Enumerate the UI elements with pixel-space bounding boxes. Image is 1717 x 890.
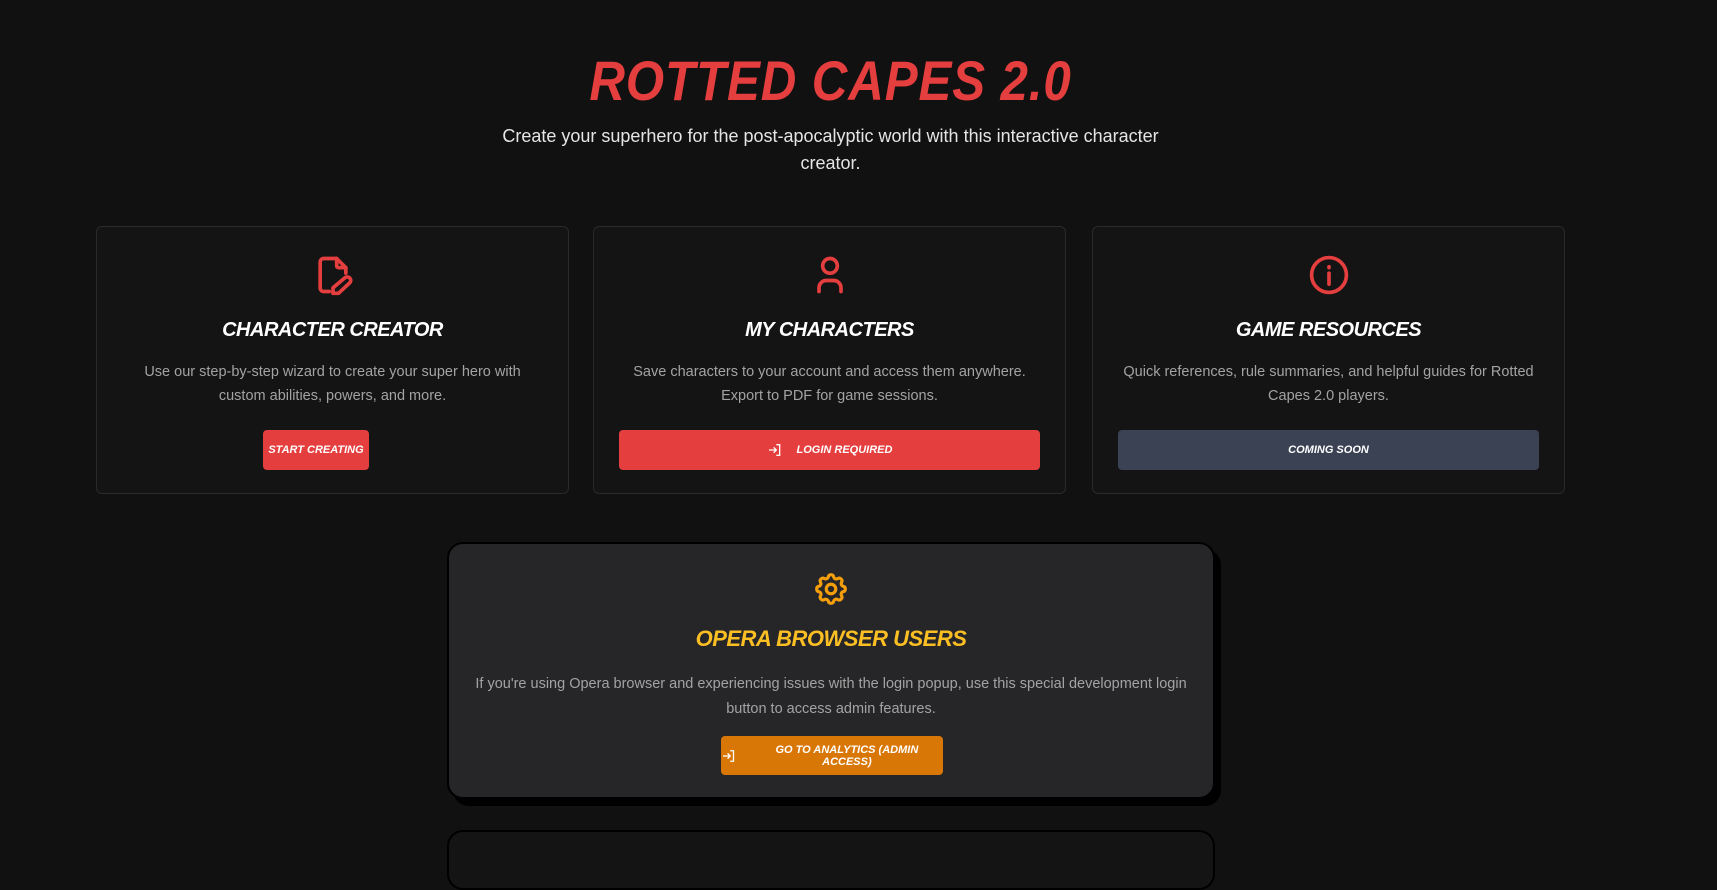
opera-users-card: OPERA BROWSER USERS If you're using Oper… bbox=[447, 542, 1215, 799]
login-icon bbox=[768, 444, 780, 456]
page-title: ROTTED CAPES 2.0 bbox=[589, 49, 1072, 112]
button-label: GO TO ANALYTICS (ADMIN ACCESS) bbox=[775, 743, 919, 768]
file-edit-icon bbox=[317, 256, 353, 296]
go-to-analytics-button[interactable]: GO TO ANALYTICS (ADMIN ACCESS) bbox=[721, 736, 943, 775]
start-creating-button[interactable]: START CREATING bbox=[263, 430, 369, 470]
button-label: START CREATING bbox=[268, 444, 364, 456]
card-title: CHARACTER CREATOR bbox=[222, 319, 443, 341]
page-subtitle: Create your superhero for the post-apoca… bbox=[502, 126, 1159, 173]
button-label: COMING SOON bbox=[1288, 444, 1369, 456]
card-description: Quick references, rule summaries, and he… bbox=[1123, 364, 1534, 404]
next-card bbox=[447, 830, 1215, 890]
card-game-resources: GAME RESOURCES Quick references, rule su… bbox=[1092, 226, 1565, 494]
login-required-button[interactable]: LOGIN REQUIRED bbox=[619, 430, 1040, 470]
card-my-characters: MY CHARACTERS Save characters to your ac… bbox=[593, 226, 1066, 494]
user-icon bbox=[816, 256, 843, 294]
opera-title: OPERA BROWSER USERS bbox=[695, 626, 967, 651]
card-character-creator: CHARACTER CREATOR Use our step-by-step w… bbox=[96, 226, 569, 494]
card-title: MY CHARACTERS bbox=[745, 319, 914, 341]
gear-icon bbox=[815, 573, 847, 605]
card-title: GAME RESOURCES bbox=[1235, 319, 1422, 341]
login-icon bbox=[722, 749, 735, 762]
coming-soon-button[interactable]: COMING SOON bbox=[1118, 430, 1539, 470]
opera-description: If you're using Opera browser and experi… bbox=[475, 676, 1187, 717]
card-description: Save characters to your account and acce… bbox=[633, 364, 1026, 404]
card-description: Use our step-by-step wizard to create yo… bbox=[144, 364, 521, 404]
info-icon bbox=[1309, 255, 1348, 295]
button-label: LOGIN REQUIRED bbox=[796, 444, 893, 456]
